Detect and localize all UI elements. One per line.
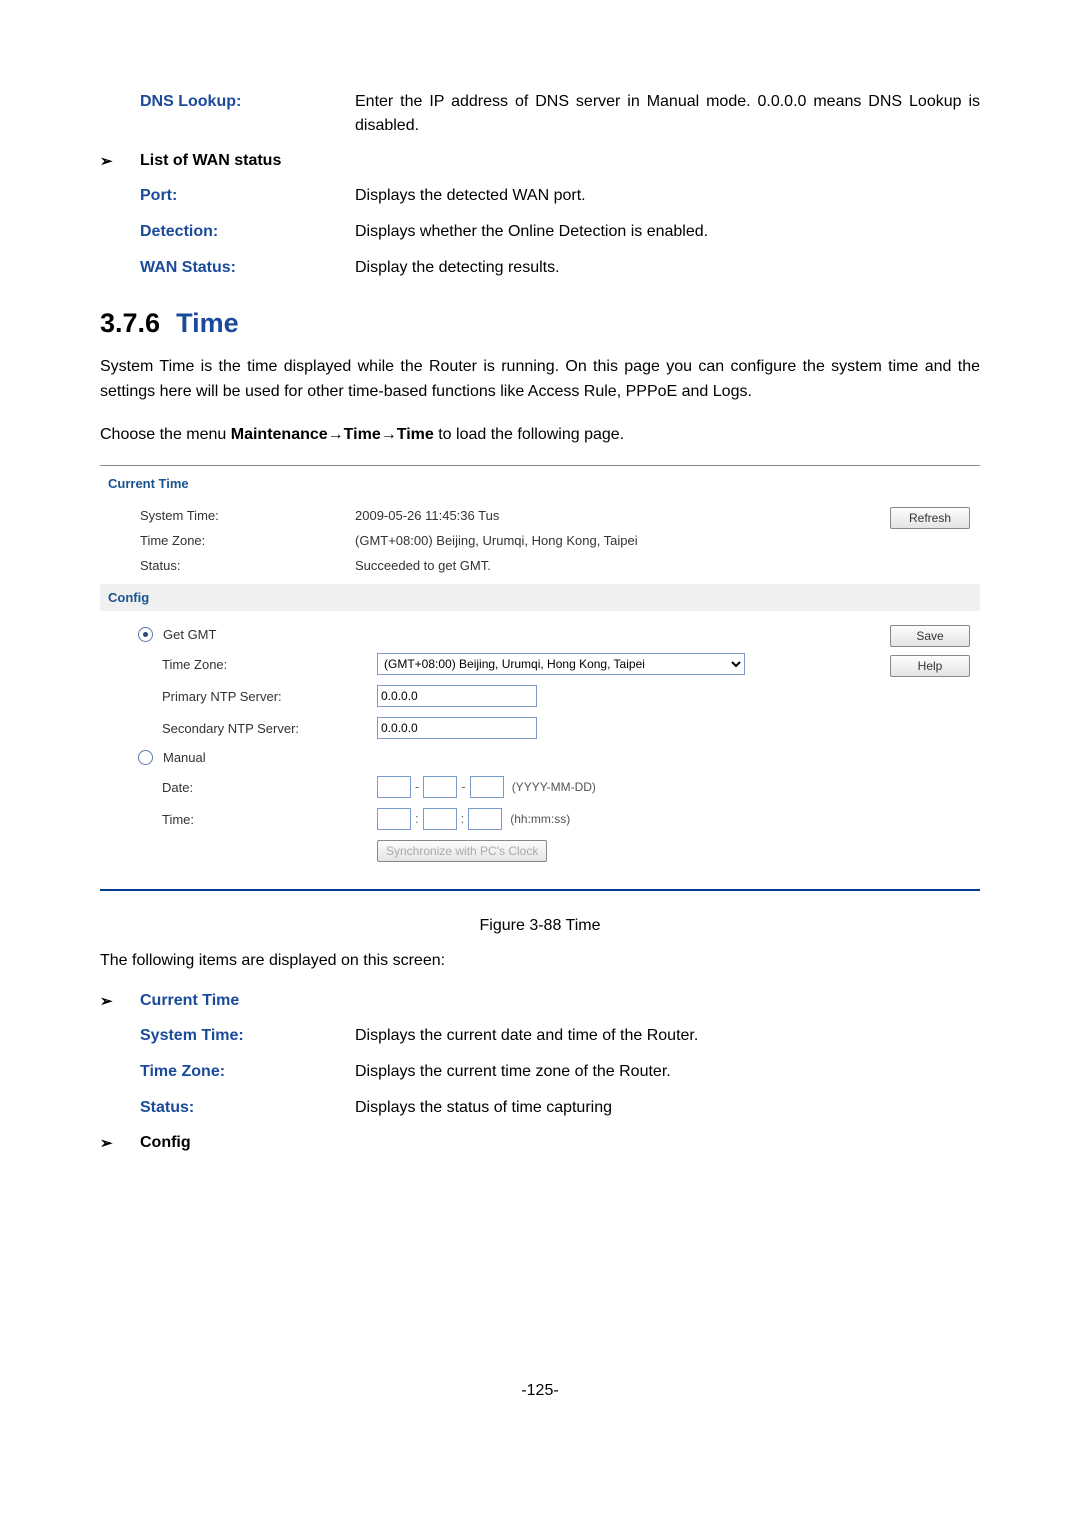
triangle-right-icon: ➢ bbox=[100, 152, 140, 170]
items-intro: The following items are displayed on thi… bbox=[100, 949, 980, 974]
date-month-input[interactable] bbox=[423, 776, 457, 798]
date-label: Date: bbox=[100, 780, 377, 795]
fig-system-time-value: 2009-05-26 11:45:36 Tus bbox=[355, 508, 860, 523]
heading-list-wan-status: ➢ List of WAN status bbox=[100, 152, 980, 170]
triangle-right-icon: ➢ bbox=[100, 992, 140, 1010]
ct-system-time-label: System Time: bbox=[100, 1024, 355, 1048]
config-heading: Config bbox=[100, 584, 980, 611]
time-config-figure: Current Time System Time: 2009-05-26 11:… bbox=[100, 465, 980, 891]
heading-config: ➢ Config bbox=[100, 1134, 980, 1152]
ct-status-label: Status: bbox=[100, 1096, 355, 1120]
fig-time-zone-value: (GMT+08:00) Beijing, Urumqi, Hong Kong, … bbox=[355, 533, 860, 548]
time-ss-input[interactable] bbox=[468, 808, 502, 830]
date-year-input[interactable] bbox=[377, 776, 411, 798]
date-hint: (YYYY-MM-DD) bbox=[512, 780, 596, 794]
time-label: Time: bbox=[100, 812, 377, 827]
wan-status-desc: Display the detecting results. bbox=[355, 256, 980, 280]
detection-desc: Displays whether the Online Detection is… bbox=[355, 220, 980, 244]
fig-status-label: Status: bbox=[100, 558, 355, 573]
primary-ntp-input[interactable] bbox=[377, 685, 537, 707]
figure-caption: Figure 3-88 Time bbox=[100, 917, 980, 935]
ct-time-zone-label: Time Zone: bbox=[100, 1060, 355, 1084]
paragraph-menu-path: Choose the menu Maintenance→Time→Time to… bbox=[100, 423, 980, 448]
secondary-ntp-input[interactable] bbox=[377, 717, 537, 739]
triangle-right-icon: ➢ bbox=[100, 1134, 140, 1152]
refresh-button[interactable]: Refresh bbox=[890, 507, 970, 529]
port-label: Port: bbox=[100, 184, 355, 208]
time-hint: (hh:mm:ss) bbox=[510, 812, 570, 826]
cfg-time-zone-label: Time Zone: bbox=[100, 657, 377, 672]
detection-label: Detection: bbox=[100, 220, 355, 244]
secondary-ntp-label: Secondary NTP Server: bbox=[100, 721, 377, 736]
radio-manual[interactable] bbox=[138, 750, 153, 765]
ct-status-desc: Displays the status of time capturing bbox=[355, 1096, 980, 1120]
date-day-input[interactable] bbox=[470, 776, 504, 798]
radio-get-gmt-label: Get GMT bbox=[163, 627, 216, 642]
port-desc: Displays the detected WAN port. bbox=[355, 184, 980, 208]
time-zone-select[interactable]: (GMT+08:00) Beijing, Urumqi, Hong Kong, … bbox=[377, 653, 745, 675]
ct-system-time-desc: Displays the current date and time of th… bbox=[355, 1024, 980, 1048]
fig-status-value: Succeeded to get GMT. bbox=[355, 558, 860, 573]
current-time-heading: Current Time bbox=[100, 466, 980, 499]
save-button[interactable]: Save bbox=[890, 625, 970, 647]
help-button[interactable]: Help bbox=[890, 655, 970, 677]
dns-lookup-label: DNS Lookup: bbox=[100, 90, 355, 138]
fig-time-zone-label: Time Zone: bbox=[100, 533, 355, 548]
radio-get-gmt[interactable] bbox=[138, 627, 153, 642]
radio-manual-label: Manual bbox=[163, 750, 206, 765]
ct-time-zone-desc: Displays the current time zone of the Ro… bbox=[355, 1060, 980, 1084]
time-hh-input[interactable] bbox=[377, 808, 411, 830]
section-heading: 3.7.6Time bbox=[100, 308, 980, 339]
primary-ntp-label: Primary NTP Server: bbox=[100, 689, 377, 704]
page-number: -125- bbox=[100, 1382, 980, 1400]
fig-system-time-label: System Time: bbox=[100, 508, 355, 523]
paragraph-intro: System Time is the time displayed while … bbox=[100, 355, 980, 405]
wan-status-label: WAN Status: bbox=[100, 256, 355, 280]
heading-current-time: ➢ Current Time bbox=[100, 992, 980, 1010]
time-mm-input[interactable] bbox=[423, 808, 457, 830]
dns-lookup-desc: Enter the IP address of DNS server in Ma… bbox=[355, 90, 980, 138]
sync-pc-clock-button[interactable]: Synchronize with PC's Clock bbox=[377, 840, 547, 862]
